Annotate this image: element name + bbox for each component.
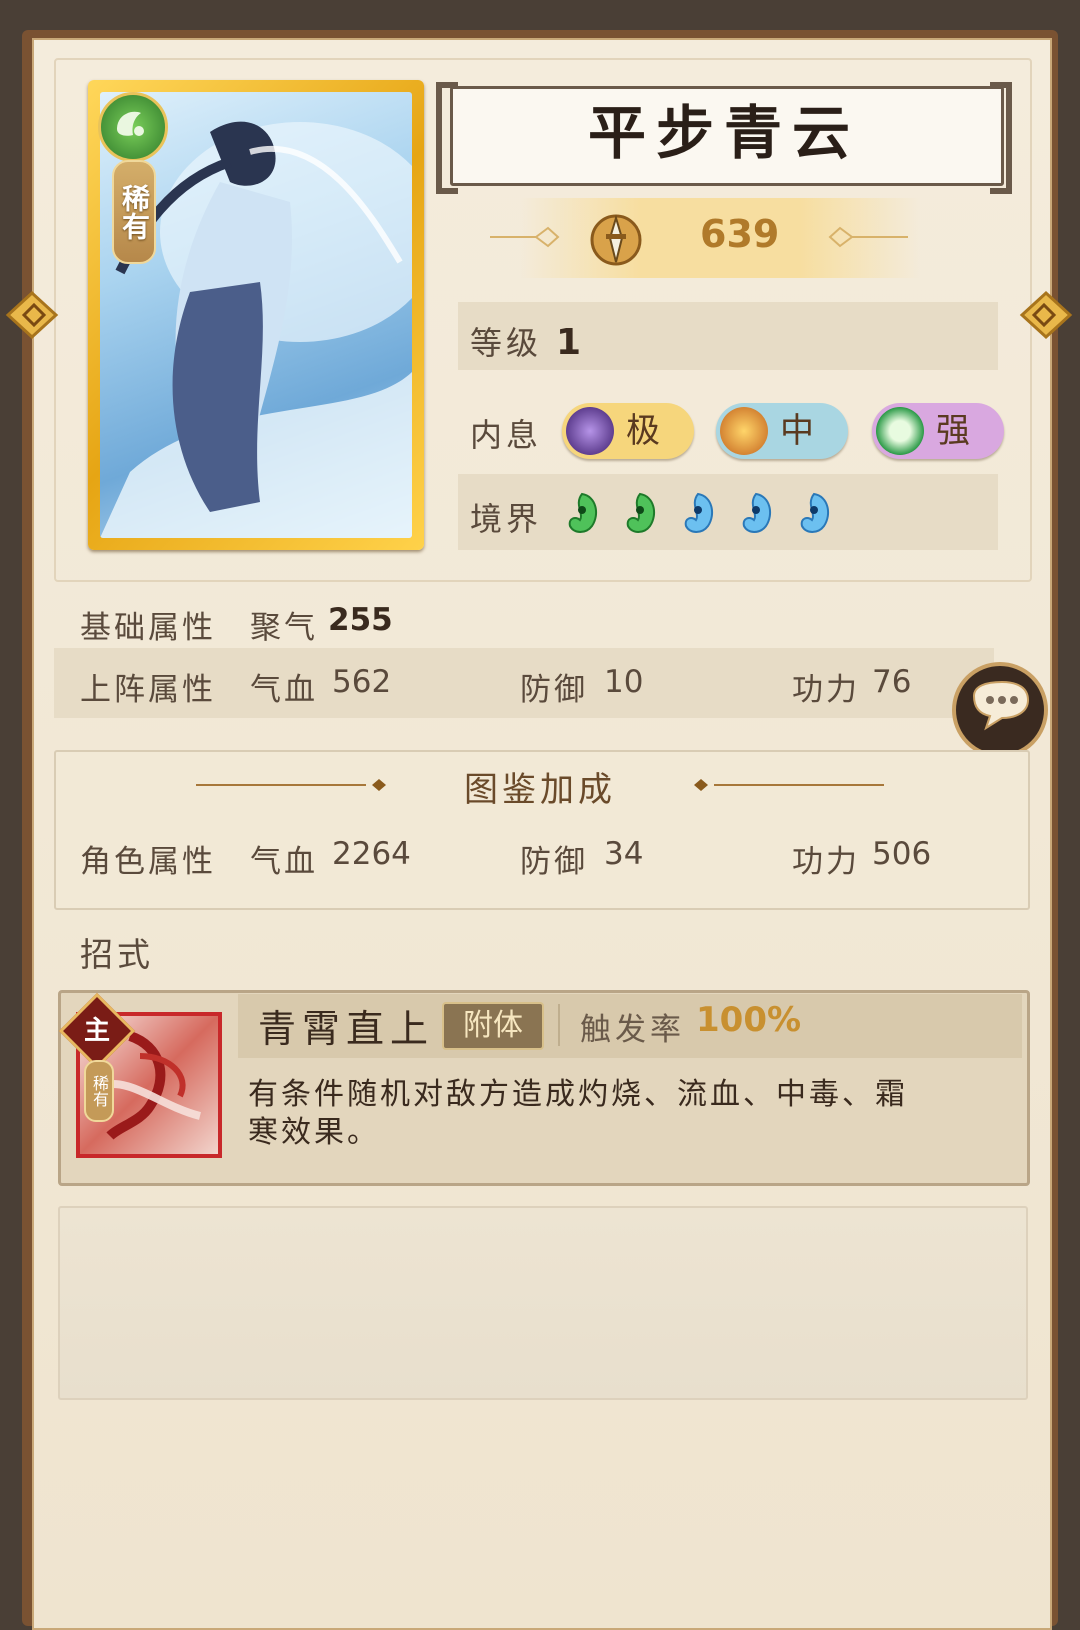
skill-rarity-tag: 稀有 (84, 1060, 114, 1122)
prev-hero-arrow-icon[interactable] (2, 285, 62, 345)
codex-deco-right-icon (694, 779, 884, 791)
realm-drop-icon (800, 492, 830, 533)
skill-type-tag: 附体 (442, 1002, 544, 1050)
neixi-pill-3[interactable]: 强 (872, 403, 1004, 459)
trigger-rate-value: 100% (696, 1000, 802, 1040)
empty-skill-slot (58, 1206, 1028, 1400)
deploy-atk-value: 76 (872, 664, 912, 700)
codex-attr-label: 角色属性 (80, 844, 216, 880)
skills-label: 招式 (80, 935, 154, 974)
codex-atk-label: 功力 (792, 844, 860, 880)
juqi-value: 255 (328, 602, 393, 638)
deploy-hp-label: 气血 (250, 672, 318, 708)
deploy-def-value: 10 (604, 664, 644, 700)
trigger-rate-label: 触发率 (580, 1012, 685, 1048)
codex-deco-left-icon (196, 779, 386, 791)
neixi-pill-2[interactable]: 中 (716, 403, 848, 459)
codex-hp-label: 气血 (250, 844, 318, 880)
deploy-atk-label: 功力 (792, 672, 860, 708)
deco-left-icon (490, 226, 560, 248)
skill-description: 有条件随机对敌方造成灼烧、流血、中毒、霜寒效果。 (248, 1077, 908, 1150)
chat-bubble-icon (972, 680, 1030, 731)
skill-name: 青霄直上 (258, 1007, 435, 1051)
codex-def-label: 防御 (520, 844, 588, 880)
realm-drop-icon (568, 492, 598, 533)
combat-power-value: 639 (700, 212, 780, 256)
sun-orb-icon (720, 407, 768, 455)
hero-name: 平步青云 (587, 99, 860, 167)
skill-header-divider (558, 1004, 560, 1046)
realm-drop-icon (684, 492, 714, 533)
neixi-grade-2: 中 (780, 411, 814, 451)
neixi-pill-1[interactable]: 极 (562, 403, 694, 459)
neixi-grade-3: 强 (936, 411, 970, 451)
deploy-attr-label: 上阵属性 (80, 672, 216, 708)
neixi-grade-1: 极 (626, 411, 660, 451)
rarity-tag: 稀有 (112, 160, 156, 264)
neixi-label: 内息 (470, 416, 543, 454)
combat-power-icon (590, 214, 642, 266)
deco-right-icon (828, 226, 908, 248)
moon-orb-icon (566, 407, 614, 455)
codex-def-value: 34 (604, 836, 644, 872)
base-attr-label: 基础属性 (80, 610, 216, 646)
chat-button[interactable] (952, 662, 1048, 758)
deploy-hp-value: 562 (332, 664, 392, 700)
realm-drop-icon (626, 492, 656, 533)
codex-hp-value: 2264 (332, 836, 411, 872)
deploy-def-label: 防御 (520, 672, 588, 708)
leaf-swirl-icon (98, 92, 168, 162)
main-skill-badge-text: 主 (83, 1016, 110, 1046)
level-label: 等级 (470, 324, 543, 362)
level-value: 1 (556, 322, 582, 363)
codex-atk-value: 506 (872, 836, 932, 872)
juqi-label: 聚气 (250, 610, 318, 646)
realm-drop-icon (742, 492, 772, 533)
codex-title: 图鉴加成 (464, 770, 616, 810)
jade-orb-icon (876, 407, 924, 455)
realm-label: 境界 (470, 500, 543, 538)
next-hero-arrow-icon[interactable] (1016, 285, 1076, 345)
